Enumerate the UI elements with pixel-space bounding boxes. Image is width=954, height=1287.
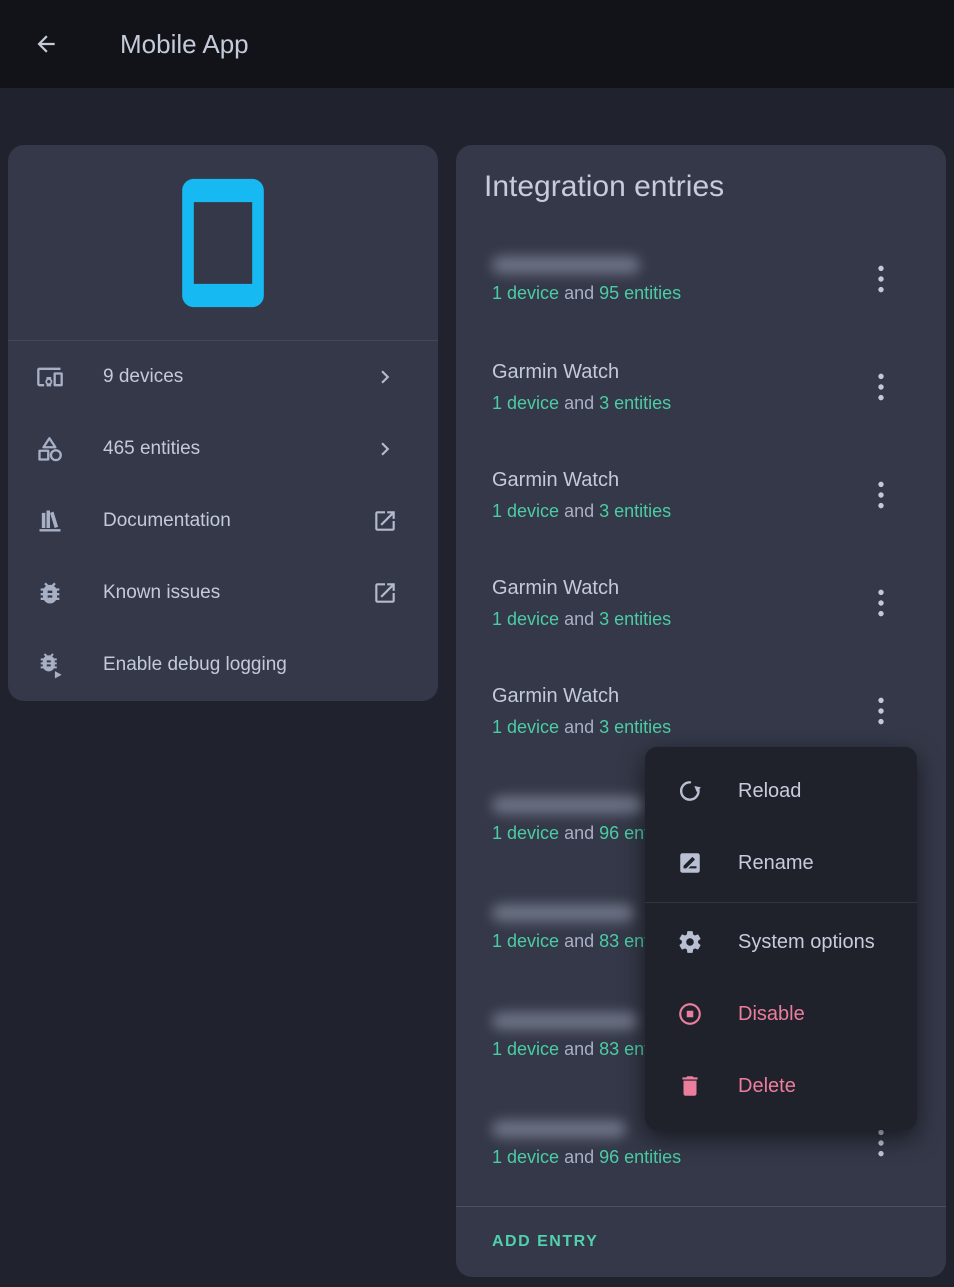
- documentation-label: Documentation: [103, 510, 372, 532]
- entry-row: Garmin Watch 1 device and 3 entities: [456, 450, 946, 558]
- integration-icon-section: [8, 145, 438, 341]
- add-entry-button[interactable]: ADD ENTRY: [456, 1207, 946, 1277]
- entity-count-link[interactable]: 96 entities: [599, 1147, 681, 1167]
- entry-menu-button[interactable]: [861, 259, 901, 299]
- devices-icon: [36, 363, 64, 391]
- enable-debug-logging-label: Enable debug logging: [103, 654, 398, 676]
- entry-menu-button[interactable]: [861, 583, 901, 623]
- delete-icon: [677, 1073, 703, 1099]
- device-count-link[interactable]: 1 device: [492, 1039, 559, 1059]
- device-count-link[interactable]: 1 device: [492, 931, 559, 951]
- summary-conjunction: and: [564, 823, 594, 843]
- device-count-link[interactable]: 1 device: [492, 609, 559, 629]
- device-count-link[interactable]: 1 device: [492, 283, 559, 303]
- menu-item-label: Reload: [738, 780, 801, 803]
- menu-item-reload[interactable]: Reload: [645, 755, 917, 827]
- known-issues-row[interactable]: Known issues: [8, 557, 438, 629]
- menu-item-label: Rename: [738, 852, 814, 875]
- summary-conjunction: and: [564, 283, 594, 303]
- rename-box-icon: [677, 850, 703, 876]
- device-count-link[interactable]: 1 device: [492, 1147, 559, 1167]
- summary-conjunction: and: [564, 717, 594, 737]
- entity-count-link[interactable]: 3 entities: [599, 393, 671, 413]
- reload-icon: [677, 778, 703, 804]
- entries-card-title: Integration entries: [456, 145, 946, 204]
- entry-menu-button[interactable]: [861, 367, 901, 407]
- menu-item-disable[interactable]: Disable: [645, 978, 917, 1050]
- menu-divider: [645, 902, 917, 903]
- chevron-right-icon: [372, 364, 398, 390]
- open-in-new-icon: [372, 508, 398, 534]
- entry-context-menu: Reload Rename System options Disable De: [645, 747, 917, 1130]
- arrow-left-icon: [33, 31, 59, 57]
- menu-item-delete[interactable]: Delete: [645, 1050, 917, 1122]
- mobile-app-integration-page: Mobile App 9 devices 465 entities: [0, 0, 954, 1287]
- menu-item-label: System options: [738, 931, 875, 954]
- devices-count-label: 9 devices: [103, 366, 372, 388]
- cellphone-icon: [153, 173, 293, 313]
- dots-vertical-icon: [864, 262, 898, 296]
- redacted-entry-name: [492, 796, 644, 814]
- dots-vertical-icon: [864, 1126, 898, 1160]
- device-count-link[interactable]: 1 device: [492, 717, 559, 737]
- menu-item-label: Delete: [738, 1075, 796, 1098]
- summary-conjunction: and: [564, 1147, 594, 1167]
- summary-conjunction: and: [564, 609, 594, 629]
- bug-play-icon: [36, 651, 64, 679]
- redacted-entry-name: [492, 1012, 638, 1030]
- shapes-icon: [36, 435, 64, 463]
- back-button[interactable]: [22, 20, 70, 68]
- device-count-link[interactable]: 1 device: [492, 501, 559, 521]
- entity-count-link[interactable]: 95 entities: [599, 283, 681, 303]
- page-title: Mobile App: [120, 29, 249, 60]
- dots-vertical-icon: [864, 694, 898, 728]
- device-count-link[interactable]: 1 device: [492, 393, 559, 413]
- menu-item-rename[interactable]: Rename: [645, 827, 917, 899]
- summary-conjunction: and: [564, 1039, 594, 1059]
- entity-count-link[interactable]: 3 entities: [599, 609, 671, 629]
- known-issues-label: Known issues: [103, 582, 372, 604]
- menu-item-label: Disable: [738, 1003, 805, 1026]
- enable-debug-logging-row[interactable]: Enable debug logging: [8, 629, 438, 701]
- device-count-link[interactable]: 1 device: [492, 823, 559, 843]
- bookshelf-icon: [36, 507, 64, 535]
- summary-conjunction: and: [564, 501, 594, 521]
- entry-row: Garmin Watch 1 device and 3 entities: [456, 342, 946, 450]
- bug-icon: [36, 579, 64, 607]
- entry-row: 1 device and 95 entities: [456, 234, 946, 342]
- entry-menu-button[interactable]: [861, 475, 901, 515]
- entry-row: Garmin Watch 1 device and 3 entities: [456, 558, 946, 666]
- entry-menu-button[interactable]: [861, 691, 901, 731]
- devices-row[interactable]: 9 devices: [8, 341, 438, 413]
- entities-count-label: 465 entities: [103, 438, 372, 460]
- open-in-new-icon: [372, 580, 398, 606]
- redacted-entry-name: [492, 904, 634, 922]
- redacted-entry-name: [492, 1120, 626, 1138]
- dots-vertical-icon: [864, 370, 898, 404]
- dots-vertical-icon: [864, 478, 898, 512]
- entities-row[interactable]: 465 entities: [8, 413, 438, 485]
- stop-circle-icon: [677, 1001, 703, 1027]
- topbar: Mobile App: [0, 0, 954, 88]
- cog-icon: [677, 929, 703, 955]
- chevron-right-icon: [372, 436, 398, 462]
- menu-item-system-options[interactable]: System options: [645, 906, 917, 978]
- dots-vertical-icon: [864, 586, 898, 620]
- documentation-row[interactable]: Documentation: [8, 485, 438, 557]
- summary-conjunction: and: [564, 931, 594, 951]
- integration-info-card: 9 devices 465 entities Documentation: [8, 145, 438, 701]
- summary-conjunction: and: [564, 393, 594, 413]
- redacted-entry-name: [492, 256, 640, 274]
- entity-count-link[interactable]: 3 entities: [599, 717, 671, 737]
- entity-count-link[interactable]: 3 entities: [599, 501, 671, 521]
